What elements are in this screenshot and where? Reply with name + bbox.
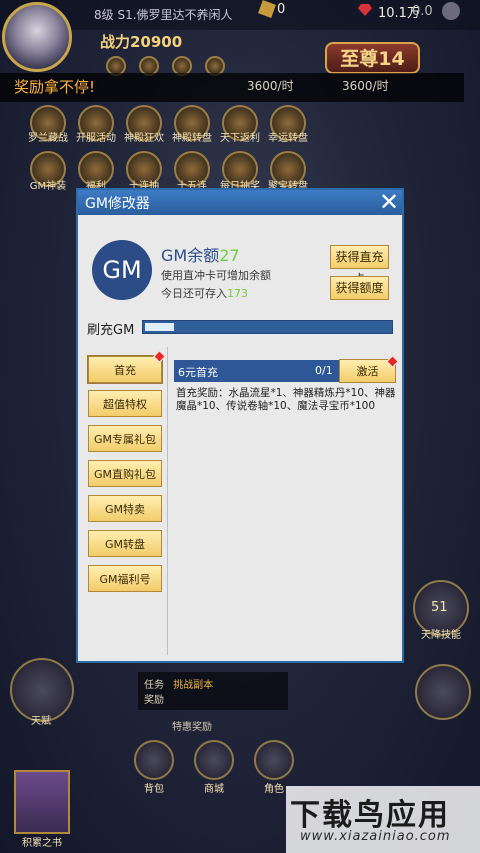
menu-item-value-privilege[interactable]: 超值特权 <box>88 390 162 417</box>
menu-list: 首充 超值特权 GM专属礼包 GM直购礼包 GM特卖 GM转盘 GM福利号 <box>85 347 167 657</box>
add-icon[interactable] <box>442 2 460 20</box>
gem-secondary-value: 0.0 <box>412 4 433 19</box>
activity-icon-grid: 罗兰藏战 开服活动 神殿狂欢 神殿转盘 天下返利 幸运转盘 GM神装 福利 十连… <box>28 105 330 192</box>
activity-label: 幸运转盘 <box>268 133 308 144</box>
left-action-label: 天赋 <box>31 716 51 727</box>
player-level-name: 8级 S1.佛罗里达不养闲人 <box>94 8 233 22</box>
dialog-title: GM修改器 <box>85 196 150 212</box>
gauge-rate-2: 3600/时 <box>342 79 389 93</box>
menu-item-gm-direct-pack[interactable]: GM直购礼包 <box>88 460 162 487</box>
combat-power: 战力20900 <box>100 33 183 51</box>
activity-label: 神殿转盘 <box>172 133 212 144</box>
item-description: 首充奖励：水晶流星*1、神器精炼丹*10、神器魔晶*10、传说卷轴*10、魔法寻… <box>176 387 396 412</box>
close-icon: ✕ <box>378 188 400 216</box>
menu-item-first-charge[interactable]: 首充 <box>88 356 162 383</box>
balance-value: 27 <box>219 246 240 265</box>
gm-logo: GM <box>92 240 152 300</box>
task-note: 特惠奖励 <box>172 722 212 733</box>
bag-icon[interactable] <box>134 740 174 780</box>
task-panel[interactable]: 任务 挑战副本 奖励 <box>138 672 288 710</box>
vip-badge[interactable]: 至尊14 <box>325 42 420 74</box>
deposit-label: 今日还可存入 <box>161 287 227 300</box>
dialog-header: GM修改器 ✕ <box>78 189 402 215</box>
deposit-row: 今日还可存入173 <box>161 285 248 301</box>
task-label: 任务 <box>144 680 164 691</box>
recharge-progress-fill <box>145 323 174 331</box>
get-quota-button[interactable]: 获得额度 <box>330 276 389 300</box>
hud-shortcut-row <box>106 56 296 76</box>
skill-label: 天降技能 <box>421 630 461 641</box>
gm-modifier-dialog: GM修改器 ✕ GM GM余额27 使用直冲卡可增加余额 今日还可存入173 获… <box>76 188 404 663</box>
bag-label: 背包 <box>144 784 164 795</box>
shop-label: 商城 <box>204 784 224 795</box>
balance-hint: 使用直冲卡可增加余额 <box>161 269 271 282</box>
panel-divider <box>167 347 168 655</box>
marquee-banner: 奖励拿不停! <box>0 73 464 102</box>
activity-label: 神殿狂欢 <box>124 133 164 144</box>
book-icon[interactable] <box>14 770 70 834</box>
player-avatar[interactable] <box>2 2 72 72</box>
menu-item-gm-wheel[interactable]: GM转盘 <box>88 530 162 557</box>
coin-value: 0 <box>277 2 286 17</box>
menu-item-gm-exclusive-pack[interactable]: GM专属礼包 <box>88 425 162 452</box>
watermark-title: 下载鸟应用 <box>290 798 450 833</box>
attack-button[interactable] <box>415 664 471 720</box>
activity-label: 天下返利 <box>220 133 260 144</box>
activity-label: 罗兰藏战 <box>28 133 68 144</box>
deposit-value: 173 <box>227 287 248 300</box>
task-reward-label: 奖励 <box>144 695 164 706</box>
balance-row: GM余额27 <box>161 242 240 266</box>
character-icon[interactable] <box>254 740 294 780</box>
balance-label: GM余额 <box>161 246 220 265</box>
gauge-rate-1: 3600/时 <box>247 79 294 93</box>
task-text: 挑战副本 <box>173 680 214 691</box>
menu-item-gm-sale[interactable]: GM特卖 <box>88 495 162 522</box>
get-recharge-card-button[interactable]: 获得直充卡 <box>330 245 389 286</box>
close-button[interactable]: ✕ <box>377 189 401 215</box>
watermark-url: www.xiazainiao.com <box>300 829 451 844</box>
recharge-label: 刷充GM <box>87 323 135 338</box>
activity-label: GM神装 <box>29 181 67 192</box>
activity-label: 开服活动 <box>76 133 116 144</box>
item-name: 6元首充 <box>178 366 218 379</box>
recharge-progress-bar <box>142 320 393 334</box>
skill-count: 51 <box>431 600 448 615</box>
item-count: 0/1 <box>315 364 333 377</box>
shop-icon[interactable] <box>194 740 234 780</box>
book-label: 积累之书 <box>22 838 62 849</box>
menu-item-gm-welfare[interactable]: GM福利号 <box>88 565 162 592</box>
